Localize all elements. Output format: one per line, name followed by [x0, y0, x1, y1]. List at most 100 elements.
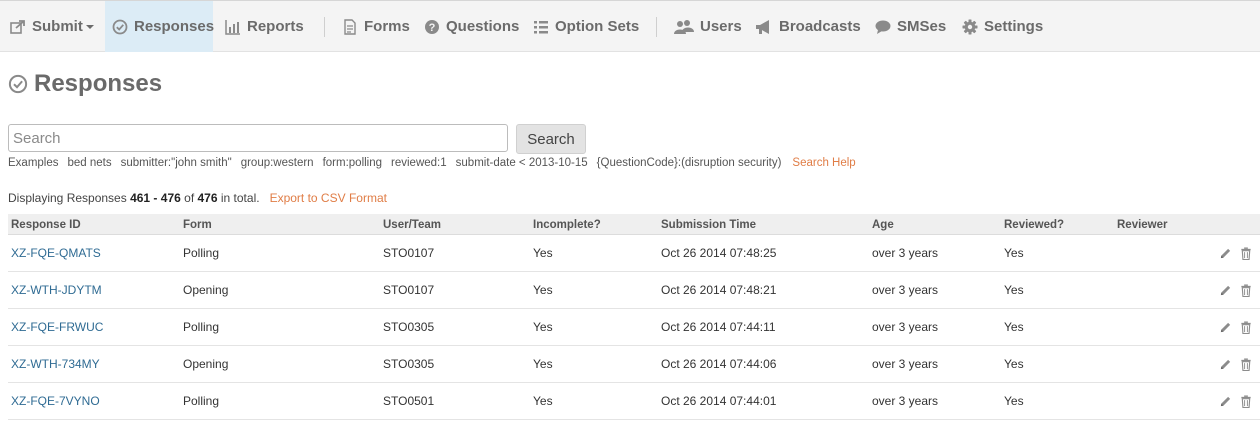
cell-reviewed: Yes [1004, 283, 1024, 297]
pencil-icon[interactable] [1219, 321, 1232, 334]
column-header-incomplete[interactable]: Incomplete? [533, 214, 601, 235]
nav-settings[interactable]: Settings [962, 1, 1043, 52]
column-header-reviewer[interactable]: Reviewer [1117, 214, 1168, 235]
column-header-form[interactable]: Form [183, 214, 212, 235]
table-row: XZ-FQE-FRWUC Polling STO0305 Yes Oct 26 … [8, 309, 1260, 346]
cell-user-team: STO0501 [383, 394, 435, 408]
cell-age: over 3 years [872, 357, 939, 371]
cell-reviewed: Yes [1004, 246, 1024, 260]
nav-reports-label: Reports [247, 18, 304, 35]
cell-form: Opening [183, 283, 229, 297]
speech-bubble-icon [875, 19, 891, 35]
cell-submission-time: Oct 26 2014 07:48:21 [661, 283, 777, 297]
nav-forms-label: Forms [364, 18, 410, 35]
column-header-submission-time[interactable]: Submission Time [661, 214, 756, 235]
row-actions [1219, 272, 1252, 308]
search-button[interactable]: Search [516, 124, 586, 154]
cell-incomplete: Yes [533, 394, 553, 408]
cell-age: over 3 years [872, 246, 939, 260]
svg-text:?: ? [429, 22, 436, 34]
nav-submit-label: Submit [32, 18, 83, 35]
page-title: Responses [8, 68, 162, 100]
pagination-summary: Displaying Responses 461 - 476 of 476 in… [8, 190, 387, 206]
trash-icon[interactable] [1240, 394, 1252, 408]
pencil-icon[interactable] [1219, 284, 1232, 297]
page-title-text: Responses [34, 70, 163, 97]
nav-responses-label: Responses [134, 18, 215, 35]
search-help-link[interactable]: Search Help [792, 157, 855, 169]
nav-broadcasts-label: Broadcasts [779, 18, 861, 35]
table-header: Response ID Form User/Team Incomplete? S… [8, 214, 1260, 235]
pencil-icon[interactable] [1219, 395, 1232, 408]
summary-of: of [184, 191, 195, 205]
nav-submit[interactable]: Submit [10, 1, 94, 52]
response-id-link[interactable]: XZ-FQE-7VYNO [11, 383, 100, 419]
cell-reviewed: Yes [1004, 394, 1024, 408]
cell-reviewed: Yes [1004, 320, 1024, 334]
table-row: XZ-FQE-QMATS Polling STO0107 Yes Oct 26 … [8, 235, 1260, 272]
row-actions [1219, 346, 1252, 382]
nav-option-sets[interactable]: Option Sets [533, 1, 639, 52]
summary-suffix: in total. [220, 191, 260, 205]
row-actions [1219, 383, 1252, 419]
nav-divider [656, 17, 657, 37]
nav-smses-label: SMSes [897, 18, 947, 35]
check-circle-icon [8, 74, 28, 94]
list-icon [533, 19, 549, 35]
cell-age: over 3 years [872, 283, 939, 297]
example-item: bed nets [67, 157, 112, 169]
trash-icon[interactable] [1240, 246, 1252, 260]
check-circle-icon [112, 19, 128, 35]
example-item: reviewed:1 [391, 157, 447, 169]
examples-label: Examples [8, 157, 59, 169]
cell-form: Opening [183, 357, 229, 371]
cell-incomplete: Yes [533, 246, 553, 260]
cell-form: Polling [183, 394, 220, 408]
cell-submission-time: Oct 26 2014 07:48:25 [661, 246, 777, 260]
nav-forms[interactable]: Forms [342, 1, 410, 52]
nav-responses[interactable]: Responses [105, 1, 215, 52]
cell-reviewed: Yes [1004, 357, 1024, 371]
response-id-link[interactable]: XZ-WTH-734MY [11, 346, 100, 382]
summary-prefix: Displaying Responses [8, 191, 127, 205]
top-navbar: Submit Responses Reports Forms ? Questio… [0, 0, 1260, 52]
column-header-age[interactable]: Age [872, 214, 894, 235]
column-header-reviewed[interactable]: Reviewed? [1004, 214, 1064, 235]
column-header-user-team[interactable]: User/Team [383, 214, 441, 235]
cell-submission-time: Oct 26 2014 07:44:01 [661, 394, 777, 408]
table-row: XZ-WTH-734MY Opening STO0305 Yes Oct 26 … [8, 346, 1260, 383]
example-item: submitter:"john smith" [120, 157, 232, 169]
nav-option-sets-label: Option Sets [555, 18, 640, 35]
cell-age: over 3 years [872, 320, 939, 334]
example-item: group:western [240, 157, 314, 169]
pencil-icon[interactable] [1219, 247, 1232, 260]
row-actions [1219, 235, 1252, 271]
cell-incomplete: Yes [533, 320, 553, 334]
nav-divider [324, 17, 325, 37]
response-id-link[interactable]: XZ-FQE-FRWUC [11, 309, 103, 345]
cell-incomplete: Yes [533, 283, 553, 297]
nav-settings-label: Settings [984, 18, 1044, 35]
trash-icon[interactable] [1240, 320, 1252, 334]
cell-form: Polling [183, 320, 220, 334]
nav-smses[interactable]: SMSes [875, 1, 946, 52]
nav-broadcasts[interactable]: Broadcasts [755, 1, 861, 52]
response-id-link[interactable]: XZ-FQE-QMATS [11, 235, 101, 271]
search-input[interactable] [8, 124, 508, 152]
search-examples: Examples bed nets submitter:"john smith"… [8, 155, 865, 171]
cell-user-team: STO0107 [383, 246, 435, 260]
export-csv-link[interactable]: Export to CSV Format [270, 191, 387, 205]
pencil-icon[interactable] [1219, 358, 1232, 371]
nav-questions-label: Questions [446, 18, 520, 35]
nav-questions[interactable]: ? Questions [424, 1, 519, 52]
nav-users[interactable]: Users [674, 1, 742, 52]
column-header-response-id[interactable]: Response ID [11, 214, 81, 235]
nav-reports[interactable]: Reports [225, 1, 304, 52]
cell-submission-time: Oct 26 2014 07:44:11 [661, 320, 776, 334]
trash-icon[interactable] [1240, 283, 1252, 297]
cell-user-team: STO0305 [383, 357, 435, 371]
trash-icon[interactable] [1240, 357, 1252, 371]
cell-user-team: STO0107 [383, 283, 435, 297]
response-id-link[interactable]: XZ-WTH-JDYTM [11, 272, 102, 308]
users-icon [674, 19, 694, 35]
